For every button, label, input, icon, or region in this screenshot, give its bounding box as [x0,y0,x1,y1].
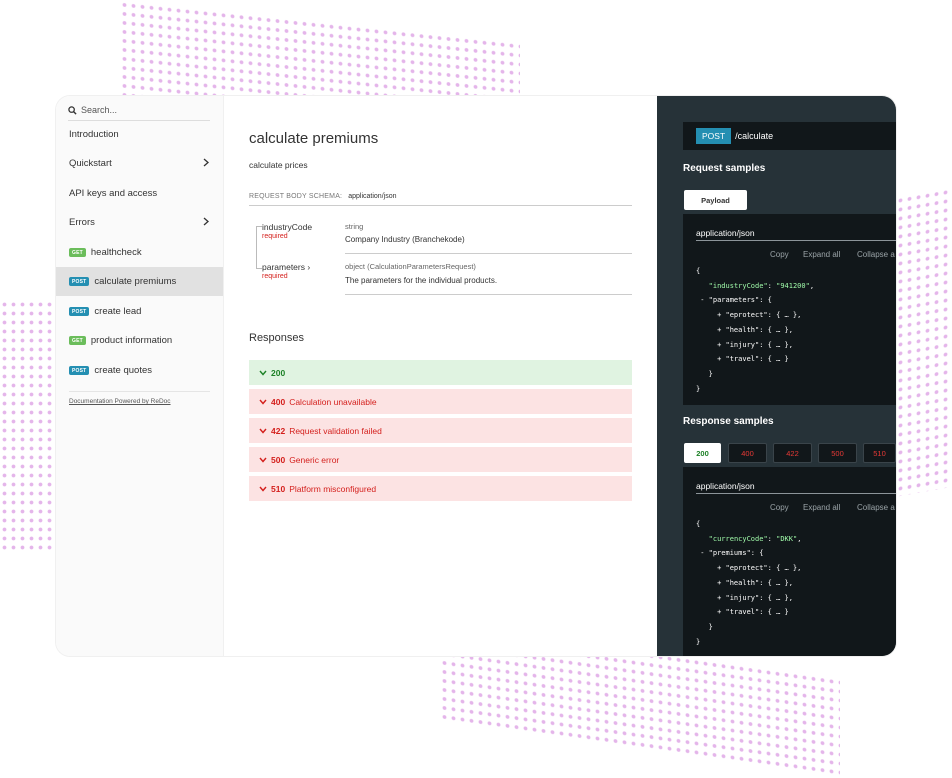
param-required: required [262,233,288,240]
response-400[interactable]: 400 Calculation unavailable [249,389,632,414]
copy-button[interactable]: Copy [770,503,789,512]
response-samples-title: Response samples [683,416,774,427]
chevron-down-icon [259,370,267,376]
search-icon [68,105,77,115]
chevron-right-icon [203,158,209,167]
content-type-label: application/json [696,228,755,238]
sidebar-item-create-quotes[interactable]: POST create quotes [56,356,223,385]
decorative-dots [0,300,60,550]
response-500[interactable]: 500 Generic error [249,447,632,472]
content-type-underline [696,240,896,241]
page-description: calculate prices [249,160,308,170]
sidebar-item-product-information[interactable]: GET product information [56,326,223,355]
content-type-label: application/json [696,481,755,491]
page-title: calculate premiums [249,130,379,147]
tab-payload[interactable]: Payload [684,190,747,210]
response-510[interactable]: 510 Platform misconfigured [249,476,632,501]
response-code: 510 [271,483,286,494]
response-422[interactable]: 422 Request validation failed [249,418,632,443]
chevron-down-icon [259,399,267,405]
param-description: Company Industry (Branchekode) [345,235,465,244]
copy-button[interactable]: Copy [770,250,789,259]
sidebar-item-label: product information [90,335,173,346]
param-divider [345,253,632,254]
sidebar-item-label: create lead [94,306,142,317]
param-name-expandable[interactable]: parameters › [262,262,310,272]
chevron-down-icon [259,486,267,492]
method-badge: POST [69,277,90,286]
chevron-down-icon [259,457,267,463]
sidebar-item-create-lead[interactable]: POST create lead [56,297,223,326]
collapse-all-button[interactable]: Collapse a [857,503,895,512]
sidebar-item-quickstart[interactable]: Quickstart [56,149,223,178]
sidebar-item-label: create quotes [94,365,152,376]
response-text: Request validation failed [289,425,382,436]
samples-panel: POST /calculate Request samples Payload … [657,96,896,656]
docs-window: Search... Introduction Quickstart API ke… [56,96,896,656]
response-code: 200 [271,367,286,378]
tab-response-400[interactable]: 400 [728,443,767,463]
sidebar-item-label: Errors [69,217,95,228]
sidebar-item-label: calculate premiums [94,276,177,287]
param-divider [345,294,632,295]
response-200[interactable]: 200 [249,360,632,385]
sidebar-item-introduction[interactable]: Introduction [56,120,223,149]
main-content: calculate premiums calculate prices REQU… [224,96,657,656]
sidebar-item-calculate-premiums[interactable]: POST calculate premiums [56,267,223,296]
expand-all-button[interactable]: Expand all [803,503,840,512]
method-badge: POST [69,366,90,375]
method-badge: POST [69,307,90,316]
param-name: industryCode [262,222,313,232]
param-required: required [262,273,288,280]
http-method-badge: POST [696,128,732,144]
redoc-link[interactable]: Documentation Powered by ReDoc [69,398,171,405]
response-code: 400 [271,396,286,407]
response-code: 422 [271,425,286,436]
request-body-schema: REQUEST BODY SCHEMA: application/json [249,193,632,206]
responses-title: Responses [249,332,305,344]
request-samples-title: Request samples [683,163,766,174]
sidebar-item-errors[interactable]: Errors [56,208,223,237]
sidebar-item-healthcheck[interactable]: GET healthcheck [56,238,223,267]
request-sample-box: application/json Copy Expand all Collaps… [683,214,896,405]
response-text: Generic error [289,454,340,465]
collapse-all-button[interactable]: Collapse a [857,250,895,259]
response-text: Calculation unavailable [289,396,377,407]
expand-all-button[interactable]: Expand all [803,250,840,259]
tab-response-200[interactable]: 200 [684,443,721,463]
tab-response-510[interactable]: 510 [863,443,896,463]
sidebar: Search... Introduction Quickstart API ke… [56,96,224,656]
tab-response-422[interactable]: 422 [773,443,812,463]
endpoint-bar[interactable]: POST /calculate [683,122,896,150]
tab-response-500[interactable]: 500 [818,443,857,463]
sidebar-item-label: Quickstart [69,158,112,169]
response-json: { "currencyCode": "DKK", - "premiums": {… [696,520,802,646]
param-description: The parameters for the individual produc… [345,276,498,285]
sidebar-item-label: healthcheck [90,247,142,258]
content-type-underline [696,493,896,494]
schema-label: REQUEST BODY SCHEMA: [249,193,343,200]
response-sample-box: application/json Copy Expand all Collaps… [683,467,896,656]
search-placeholder: Search... [81,105,118,115]
search-box[interactable]: Search... [68,100,210,121]
response-text: Platform misconfigured [289,483,377,494]
sidebar-item-api-keys[interactable]: API keys and access [56,179,223,208]
tree-line [256,226,257,269]
chevron-down-icon [259,428,267,434]
sidebar-item-label: API keys and access [69,188,158,199]
method-badge: GET [69,248,86,257]
endpoint-path: /calculate [735,131,774,141]
param-type: object (CalculationParametersRequest) [345,262,476,271]
schema-content-type: application/json [348,193,397,200]
param-type: string [345,222,364,231]
sidebar-divider [69,391,210,392]
chevron-right-icon [203,217,209,226]
sidebar-item-label: Introduction [69,129,119,140]
response-code: 500 [271,454,286,465]
method-badge: GET [69,336,86,345]
request-json: { "industryCode": "941200", - "parameter… [696,267,815,393]
